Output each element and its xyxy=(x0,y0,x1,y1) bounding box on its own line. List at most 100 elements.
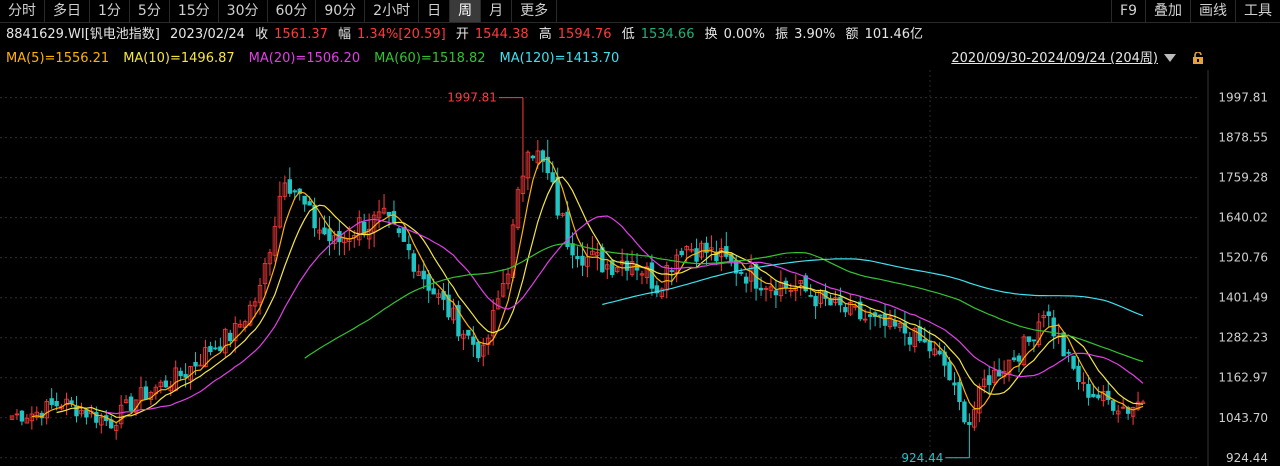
y-tick-label-9: 924.44 xyxy=(1226,451,1268,465)
y-tick-label-6: 1282.23 xyxy=(1218,331,1268,345)
period-tab-2[interactable]: 1分 xyxy=(90,0,130,22)
candle-body xyxy=(406,243,412,251)
candle-body xyxy=(401,226,407,242)
period-tab-9[interactable]: 日 xyxy=(419,0,451,22)
ma-line-5 xyxy=(31,158,1144,424)
ma-legend-2: MA(20)=1506.20 xyxy=(248,51,361,66)
candle-body xyxy=(19,410,25,422)
candle-body xyxy=(54,401,59,407)
candle-body xyxy=(476,341,481,359)
y-tick-label-7: 1162.97 xyxy=(1218,371,1268,385)
candle-body xyxy=(411,253,417,272)
period-tab-1[interactable]: 多日 xyxy=(45,0,90,22)
date-range-selector[interactable]: 2020/09/30-2024/09/24 (204周) xyxy=(951,48,1158,70)
tool-buttons: F9 叠加 画线 工具 xyxy=(1111,0,1280,22)
y-tick-label-1: 1878.55 xyxy=(1218,131,1268,145)
candle-body xyxy=(669,270,674,272)
candle-body xyxy=(213,347,218,350)
candle-body xyxy=(937,350,942,355)
period-tab-3[interactable]: 5分 xyxy=(130,0,170,22)
period-tab-5[interactable]: 30分 xyxy=(219,0,268,22)
y-tick-label-5: 1401.49 xyxy=(1218,291,1268,305)
candle-body xyxy=(1076,365,1081,383)
candle-body xyxy=(208,346,213,353)
change-label: 幅 xyxy=(338,27,352,42)
candle-body xyxy=(738,272,744,274)
turnover-label: 换 xyxy=(704,27,718,42)
open-value: 1544.38 xyxy=(474,27,529,42)
candle-body xyxy=(962,401,967,423)
candle-body xyxy=(228,332,233,342)
candle-body xyxy=(987,375,992,386)
y-tick-label-4: 1520.76 xyxy=(1218,251,1268,265)
candlestick-chart[interactable]: 1997.81 1878.55 1759.28 1640.02 1520.76 1401.… xyxy=(0,70,1280,466)
candle-body xyxy=(679,250,684,256)
high-label: 高 xyxy=(538,27,552,42)
candle-body xyxy=(694,248,699,262)
candle-body xyxy=(773,290,779,296)
lock-icon[interactable] xyxy=(1192,52,1204,64)
tool-button-3[interactable]: 工具 xyxy=(1235,0,1280,22)
candle-body xyxy=(396,228,402,233)
period-tab-11[interactable]: 月 xyxy=(481,0,513,22)
candle-body xyxy=(322,227,327,235)
candle-body xyxy=(1086,383,1091,398)
candle-body xyxy=(84,409,89,418)
candle-body xyxy=(952,382,957,386)
candle-body xyxy=(421,270,426,280)
candle-body xyxy=(743,276,749,284)
candle-body xyxy=(1016,355,1022,362)
candle-body xyxy=(1111,400,1116,411)
candle-body xyxy=(143,386,149,400)
candle-body xyxy=(69,400,74,404)
tool-button-2[interactable]: 画线 xyxy=(1190,0,1235,22)
period-tab-12[interactable]: 更多 xyxy=(512,0,558,22)
tool-button-1[interactable]: 叠加 xyxy=(1145,0,1190,22)
candle-body xyxy=(327,228,332,242)
bar-date: 2023/02/24 xyxy=(170,27,245,42)
candle-body xyxy=(649,262,655,289)
min-annotation-label: 924.44 xyxy=(901,451,943,465)
candle-body xyxy=(967,422,972,426)
candle-body xyxy=(957,382,962,402)
low-label: 低 xyxy=(621,27,635,42)
candle-body xyxy=(1066,351,1071,354)
candle-body xyxy=(426,274,431,291)
ma-legend-3: MA(60)=1518.82 xyxy=(374,51,486,66)
candle-body xyxy=(471,336,476,345)
ma-line-60 xyxy=(304,243,1144,363)
candle-body xyxy=(907,336,913,345)
candle-body xyxy=(530,155,536,159)
candle-body xyxy=(892,320,898,327)
candle-body xyxy=(550,172,555,183)
period-tab-8[interactable]: 2小时 xyxy=(365,0,420,22)
candle-body xyxy=(1096,394,1101,399)
candle-body xyxy=(431,288,436,295)
candle-body xyxy=(302,195,307,205)
candle-body xyxy=(555,176,560,216)
candle-body xyxy=(178,370,183,377)
candle-body xyxy=(386,211,392,216)
candle-body xyxy=(1011,357,1017,361)
dropdown-caret-icon[interactable] xyxy=(1164,54,1176,62)
period-tab-6[interactable]: 60分 xyxy=(268,0,317,22)
candle-body xyxy=(1046,311,1051,317)
low-value: 1534.66 xyxy=(640,27,695,42)
ma-legend-1: MA(10)=1496.87 xyxy=(123,51,235,66)
tool-button-0[interactable]: F9 xyxy=(1111,0,1145,22)
period-tab-7[interactable]: 90分 xyxy=(316,0,366,22)
candle-body xyxy=(391,211,397,224)
amount-label: 额 xyxy=(845,27,859,42)
ma-line-10 xyxy=(56,176,1144,418)
candle-body xyxy=(575,256,580,260)
period-tab-10[interactable]: 周 xyxy=(450,0,482,22)
ma-legend-0: MA(5)=1556.21 xyxy=(6,51,110,66)
candle-body xyxy=(758,287,764,291)
period-tab-4[interactable]: 15分 xyxy=(170,0,219,22)
period-tab-0[interactable]: 分时 xyxy=(0,0,45,22)
change-value: 1.34%[20.59] xyxy=(357,27,446,42)
candle-body xyxy=(947,361,952,381)
candle-body xyxy=(843,306,848,313)
candle-body xyxy=(927,340,932,352)
candle-body xyxy=(193,362,198,367)
